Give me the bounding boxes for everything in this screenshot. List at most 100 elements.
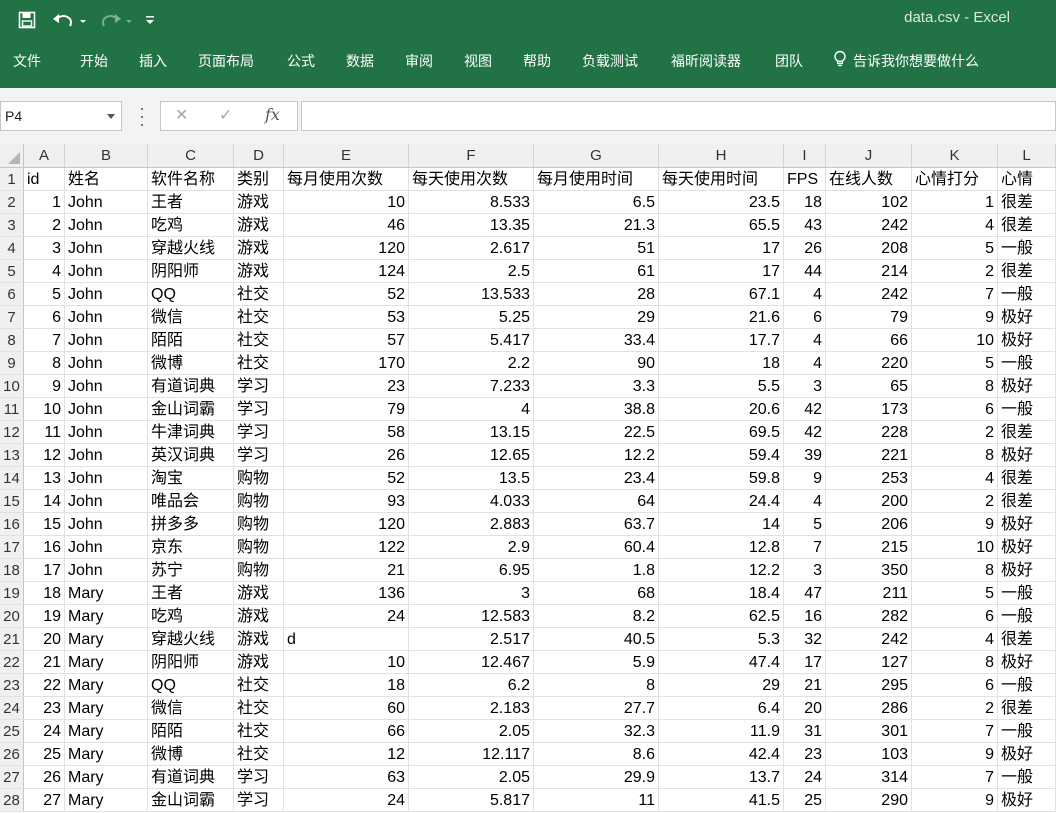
cell-k23[interactable]: 6 — [912, 674, 998, 696]
row-header[interactable]: 4 — [0, 237, 24, 259]
cell-f12[interactable]: 13.15 — [409, 421, 534, 443]
cell-h3[interactable]: 65.5 — [659, 214, 784, 236]
cell-g16[interactable]: 63.7 — [534, 513, 659, 535]
cell-j11[interactable]: 173 — [826, 398, 912, 420]
cell-d20[interactable]: 游戏 — [234, 605, 284, 627]
cell-j6[interactable]: 242 — [826, 283, 912, 305]
cell-a24[interactable]: 23 — [24, 697, 65, 719]
cell-f26[interactable]: 12.117 — [409, 743, 534, 765]
cell-j1[interactable]: 在线人数 — [826, 168, 912, 190]
cell-a10[interactable]: 9 — [24, 375, 65, 397]
cell-a21[interactable]: 20 — [24, 628, 65, 650]
cell-k11[interactable]: 6 — [912, 398, 998, 420]
cell-b7[interactable]: John — [65, 306, 148, 328]
cell-a11[interactable]: 10 — [24, 398, 65, 420]
cell-a20[interactable]: 19 — [24, 605, 65, 627]
column-header-j[interactable]: J — [826, 144, 912, 167]
row-header[interactable]: 14 — [0, 467, 24, 489]
cell-l20[interactable]: 一般 — [998, 605, 1056, 627]
cell-l21[interactable]: 很差 — [998, 628, 1056, 650]
cell-f18[interactable]: 6.95 — [409, 559, 534, 581]
cell-i13[interactable]: 39 — [784, 444, 826, 466]
cell-e3[interactable]: 46 — [284, 214, 409, 236]
cell-a2[interactable]: 1 — [24, 191, 65, 213]
cell-g19[interactable]: 68 — [534, 582, 659, 604]
cell-b6[interactable]: John — [65, 283, 148, 305]
cell-k5[interactable]: 2 — [912, 260, 998, 282]
cell-f5[interactable]: 2.5 — [409, 260, 534, 282]
tell-me-box[interactable]: 告诉我你想要做什么 — [833, 50, 979, 72]
cell-i19[interactable]: 47 — [784, 582, 826, 604]
cell-f20[interactable]: 12.583 — [409, 605, 534, 627]
cell-f25[interactable]: 2.05 — [409, 720, 534, 742]
cell-c23[interactable]: QQ — [148, 674, 234, 696]
cell-a18[interactable]: 17 — [24, 559, 65, 581]
cell-b12[interactable]: John — [65, 421, 148, 443]
cell-b23[interactable]: Mary — [65, 674, 148, 696]
row-header[interactable]: 15 — [0, 490, 24, 512]
cell-e4[interactable]: 120 — [284, 237, 409, 259]
cell-e26[interactable]: 12 — [284, 743, 409, 765]
cell-k7[interactable]: 9 — [912, 306, 998, 328]
cell-h5[interactable]: 17 — [659, 260, 784, 282]
cell-j23[interactable]: 295 — [826, 674, 912, 696]
insert-function-icon[interactable]: fx — [265, 105, 280, 124]
cell-j12[interactable]: 228 — [826, 421, 912, 443]
cell-d23[interactable]: 社交 — [234, 674, 284, 696]
cell-g25[interactable]: 32.3 — [534, 720, 659, 742]
cell-j28[interactable]: 290 — [826, 789, 912, 811]
cell-a1[interactable]: id — [24, 168, 65, 190]
save-icon[interactable] — [14, 8, 40, 32]
cell-d22[interactable]: 游戏 — [234, 651, 284, 673]
cell-c18[interactable]: 苏宁 — [148, 559, 234, 581]
cell-c1[interactable]: 软件名称 — [148, 168, 234, 190]
column-header-g[interactable]: G — [534, 144, 659, 167]
row-header[interactable]: 22 — [0, 651, 24, 673]
cell-j15[interactable]: 200 — [826, 490, 912, 512]
cell-i23[interactable]: 21 — [784, 674, 826, 696]
row-header[interactable]: 23 — [0, 674, 24, 696]
cell-c12[interactable]: 牛津词典 — [148, 421, 234, 443]
cell-c6[interactable]: QQ — [148, 283, 234, 305]
cell-h14[interactable]: 59.8 — [659, 467, 784, 489]
cell-f27[interactable]: 2.05 — [409, 766, 534, 788]
row-header[interactable]: 25 — [0, 720, 24, 742]
cell-h17[interactable]: 12.8 — [659, 536, 784, 558]
cell-e23[interactable]: 18 — [284, 674, 409, 696]
row-header[interactable]: 26 — [0, 743, 24, 765]
cell-f3[interactable]: 13.35 — [409, 214, 534, 236]
row-header[interactable]: 3 — [0, 214, 24, 236]
column-header-f[interactable]: F — [409, 144, 534, 167]
cell-a13[interactable]: 12 — [24, 444, 65, 466]
cell-c10[interactable]: 有道词典 — [148, 375, 234, 397]
cell-b19[interactable]: Mary — [65, 582, 148, 604]
cell-b10[interactable]: John — [65, 375, 148, 397]
cell-d10[interactable]: 学习 — [234, 375, 284, 397]
cell-g18[interactable]: 1.8 — [534, 559, 659, 581]
cell-f13[interactable]: 12.65 — [409, 444, 534, 466]
cell-e15[interactable]: 93 — [284, 490, 409, 512]
cell-d14[interactable]: 购物 — [234, 467, 284, 489]
cell-f7[interactable]: 5.25 — [409, 306, 534, 328]
cell-c14[interactable]: 淘宝 — [148, 467, 234, 489]
cell-h28[interactable]: 41.5 — [659, 789, 784, 811]
cell-j24[interactable]: 286 — [826, 697, 912, 719]
cell-b9[interactable]: John — [65, 352, 148, 374]
cell-k6[interactable]: 7 — [912, 283, 998, 305]
redo-icon[interactable] — [96, 8, 136, 32]
cell-f14[interactable]: 13.5 — [409, 467, 534, 489]
cell-c13[interactable]: 英汉词典 — [148, 444, 234, 466]
row-header[interactable]: 11 — [0, 398, 24, 420]
cell-d26[interactable]: 社交 — [234, 743, 284, 765]
cell-a3[interactable]: 2 — [24, 214, 65, 236]
cell-b15[interactable]: John — [65, 490, 148, 512]
cell-d19[interactable]: 游戏 — [234, 582, 284, 604]
cell-b17[interactable]: John — [65, 536, 148, 558]
cell-l9[interactable]: 一般 — [998, 352, 1056, 374]
cell-e1[interactable]: 每月使用次数 — [284, 168, 409, 190]
cell-a16[interactable]: 15 — [24, 513, 65, 535]
column-header-k[interactable]: K — [912, 144, 998, 167]
cell-g14[interactable]: 23.4 — [534, 467, 659, 489]
cell-i9[interactable]: 4 — [784, 352, 826, 374]
cell-h10[interactable]: 5.5 — [659, 375, 784, 397]
